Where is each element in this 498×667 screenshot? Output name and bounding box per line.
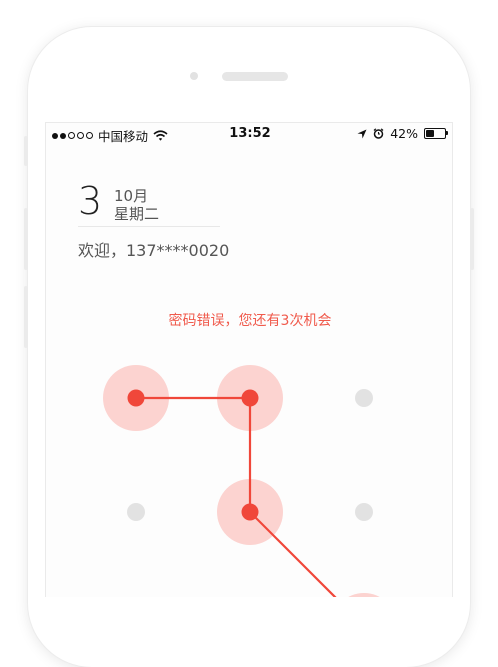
volume-down-button — [24, 286, 28, 348]
pattern-lock-grid[interactable] — [46, 123, 453, 597]
pattern-node-9-halo — [348, 593, 380, 597]
pattern-node-1[interactable] — [127, 389, 145, 407]
lock-screen: 中国移动 13:52 42% 3 10月 星期二 欢迎，137****0020 … — [45, 122, 453, 597]
pattern-node-3[interactable] — [355, 389, 373, 407]
volume-up-button — [24, 208, 28, 270]
power-button — [470, 208, 474, 270]
pattern-node-6[interactable] — [355, 503, 373, 521]
pattern-node-4[interactable] — [127, 503, 145, 521]
earpiece-speaker — [222, 72, 288, 81]
silent-switch — [24, 136, 28, 166]
front-camera — [190, 72, 198, 80]
pattern-node-2[interactable] — [241, 389, 259, 407]
pattern-node-5[interactable] — [241, 503, 259, 521]
